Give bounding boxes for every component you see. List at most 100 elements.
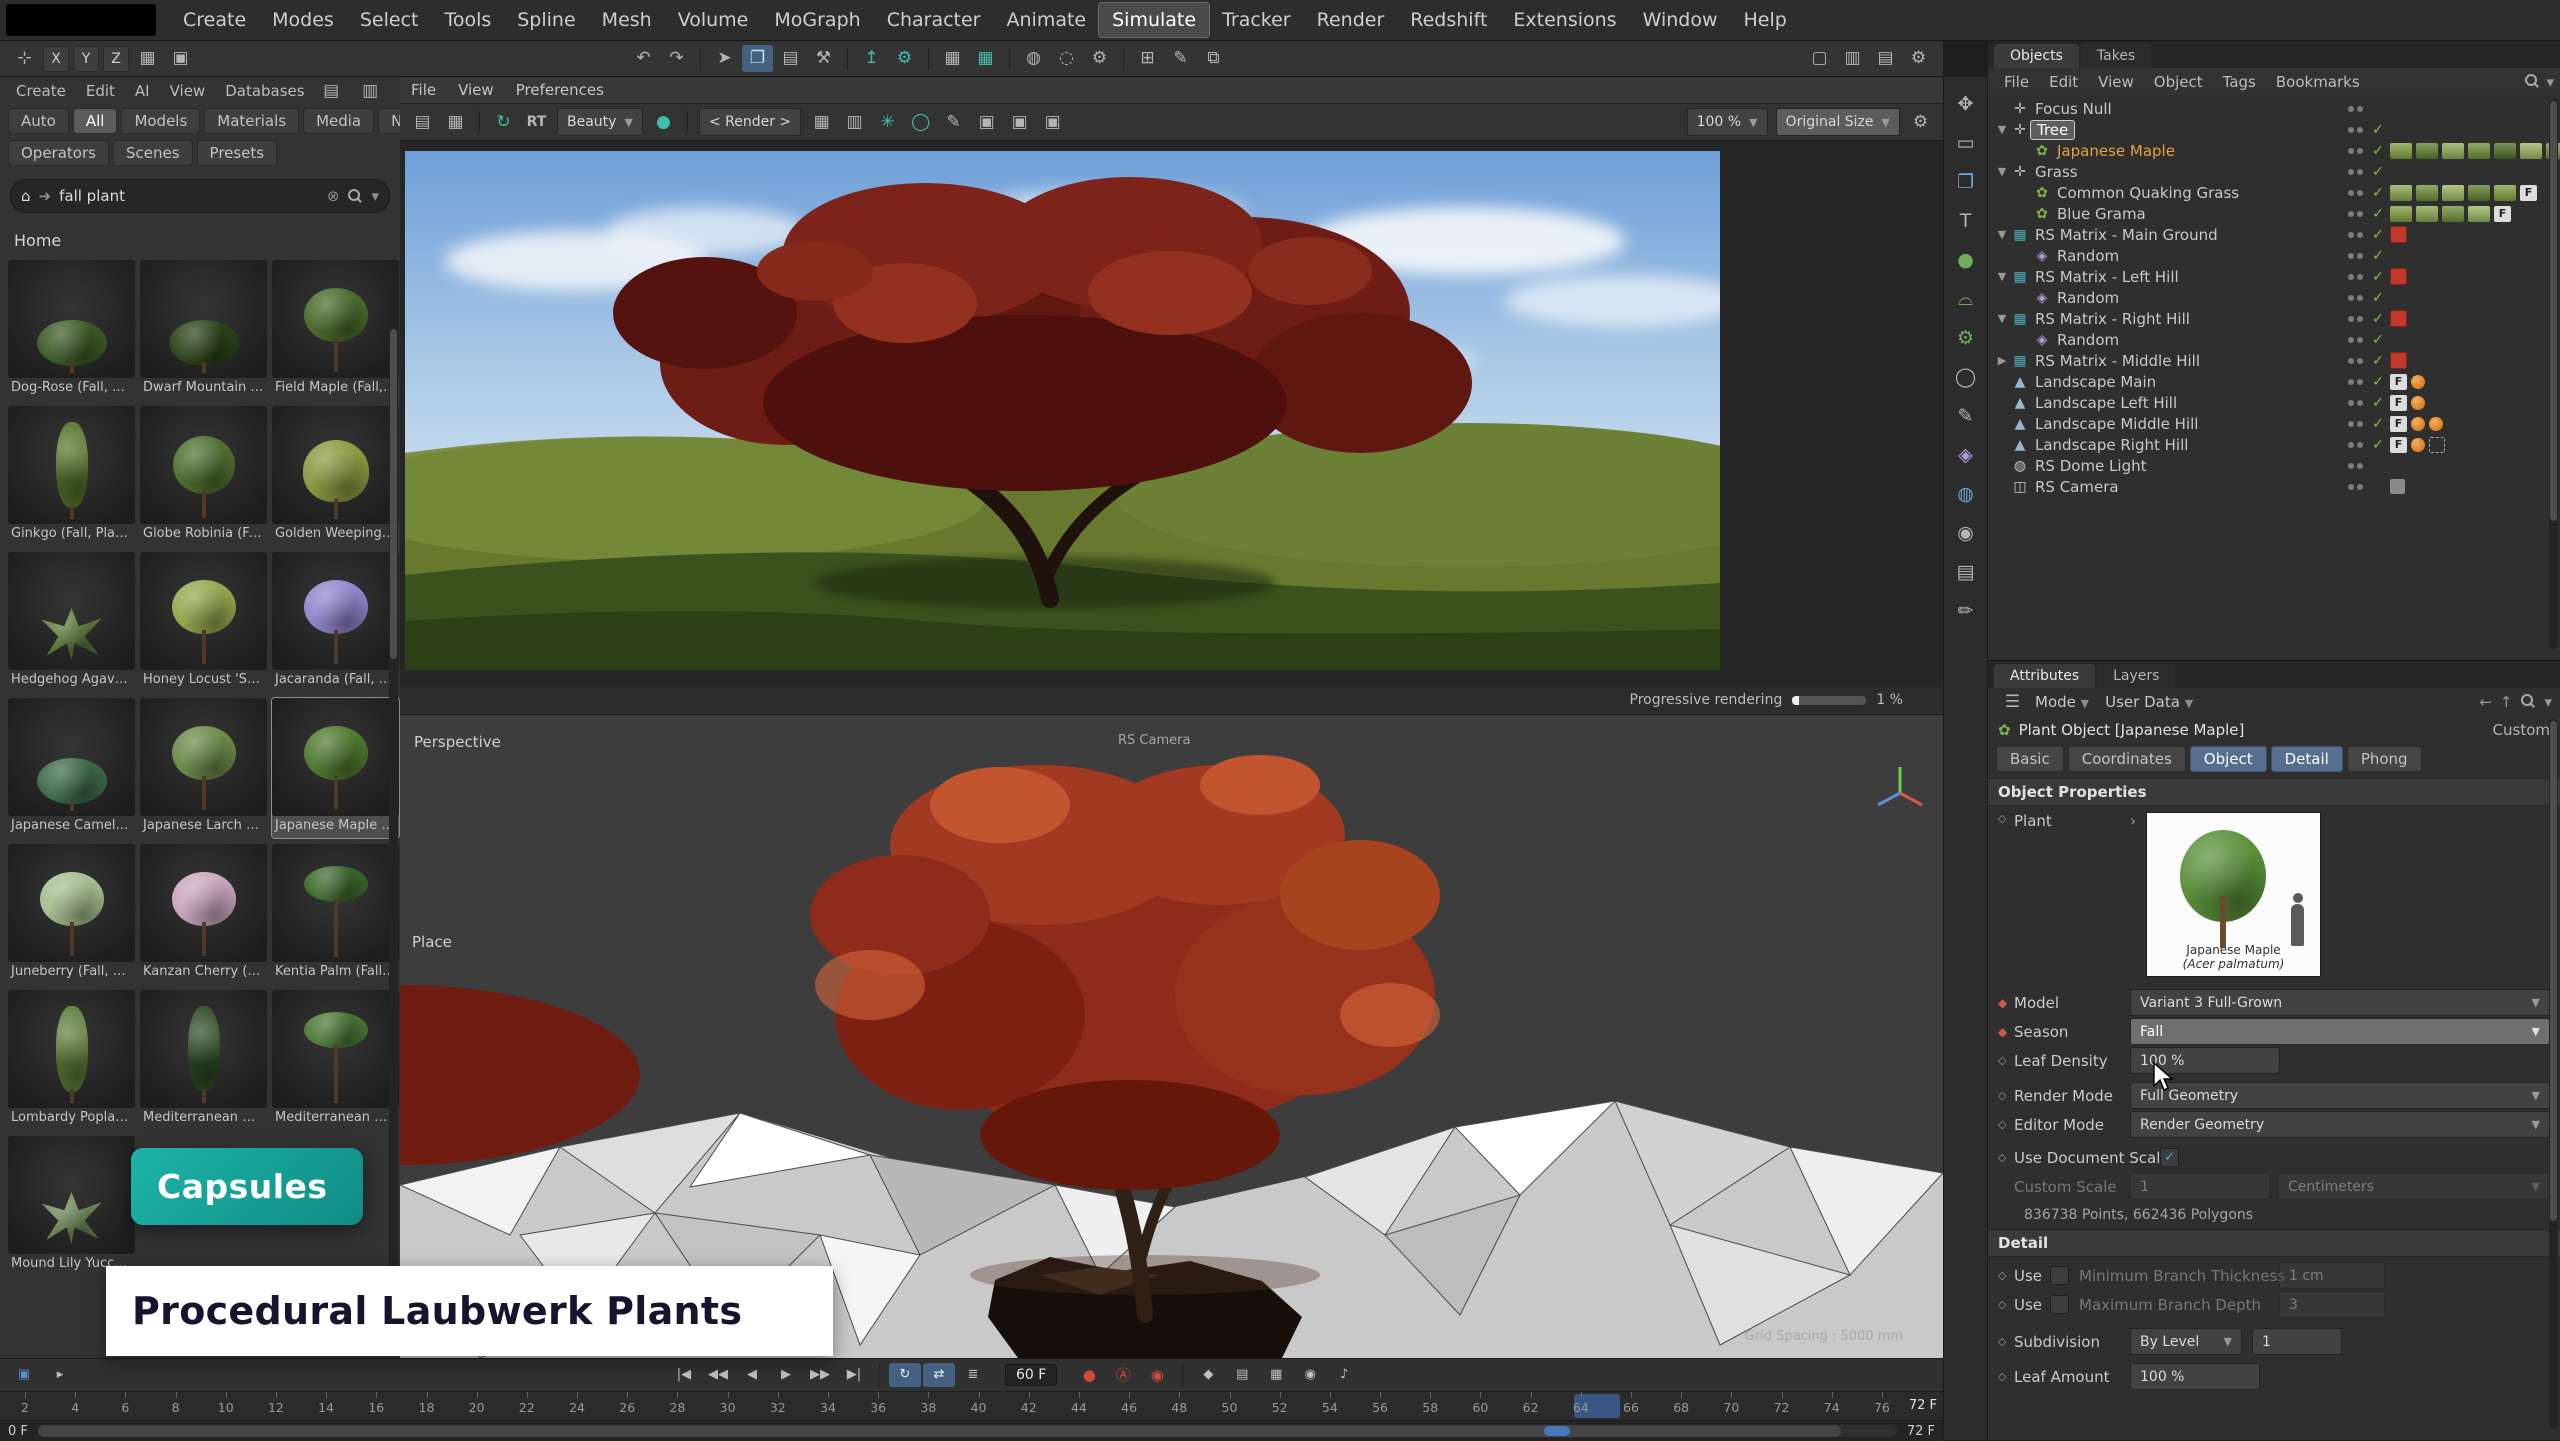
enabled-check-icon[interactable]: ✓	[2370, 332, 2386, 348]
selection-tag[interactable]	[2429, 437, 2445, 453]
om-menu-object[interactable]: Object	[2144, 71, 2213, 93]
pencil-icon[interactable]: ✏	[1950, 598, 1981, 625]
material-sphere-tag[interactable]	[2411, 375, 2425, 389]
material-tag[interactable]	[2416, 143, 2438, 159]
render-visibility-dot[interactable]	[2357, 148, 2363, 154]
grid-snap-active-icon[interactable]: ▦	[970, 45, 1001, 72]
history-icon[interactable]: ▦	[440, 109, 471, 136]
workplane-icon[interactable]: ▦	[132, 45, 163, 72]
render-visibility-dot[interactable]	[2357, 442, 2363, 448]
save-image-icon[interactable]: ▤	[407, 109, 438, 136]
hamburger-icon[interactable]: ☰	[1997, 689, 2028, 716]
sphere-icon[interactable]: ●	[1950, 247, 1981, 274]
render-visibility-dot[interactable]	[2357, 169, 2363, 175]
expand-chevron-icon[interactable]: ›	[2130, 812, 2136, 830]
aov-3-icon[interactable]: ▣	[1037, 109, 1068, 136]
frame-number-36[interactable]: 36	[869, 1392, 887, 1420]
key-circle-icon[interactable]: ◇	[1998, 1118, 2014, 1131]
editor-visibility-dot[interactable]	[2348, 232, 2354, 238]
world-icon[interactable]: ◍	[1950, 481, 1981, 508]
asset-item-jacaranda-fall-plant[interactable]: Jacaranda (Fall, Plant)	[272, 552, 399, 692]
redshift-object-tag[interactable]	[2390, 268, 2407, 285]
expand-arrow-icon[interactable]: ▼	[1994, 228, 2010, 241]
season-dropdown[interactable]: Fall▼	[2130, 1018, 2550, 1045]
expand-arrow-icon[interactable]: ▼	[1994, 123, 2010, 136]
render-visibility-dot[interactable]	[2357, 316, 2363, 322]
visibility-dots[interactable]	[2348, 211, 2366, 217]
frame-number-34[interactable]: 34	[819, 1392, 837, 1420]
redshift-object-tag[interactable]	[2390, 352, 2407, 369]
tab-phong[interactable]: Phong	[2347, 746, 2422, 772]
menu-item-simulate[interactable]: Simulate	[1099, 3, 1209, 37]
enabled-check-icon[interactable]: ✓	[2370, 227, 2386, 243]
next-frame-icon[interactable]: ▶▶	[804, 1363, 836, 1387]
user-data-dropdown[interactable]: User Data ▼	[2105, 693, 2193, 711]
render-visibility-dot[interactable]	[2357, 106, 2363, 112]
frame-number-76[interactable]: 76	[1873, 1392, 1891, 1420]
layer-toggle-icon[interactable]: ▣	[8, 1363, 40, 1387]
subdivision-level-field[interactable]: 1	[2252, 1328, 2342, 1355]
frame-number-48[interactable]: 48	[1170, 1392, 1188, 1420]
model-dropdown[interactable]: Variant 3 Full-Grown▼	[2130, 989, 2550, 1016]
menu-item-character[interactable]: Character	[874, 3, 994, 37]
object-row-grass[interactable]: ▼✛Grass✓	[1988, 161, 2560, 182]
render-visibility-dot[interactable]	[2357, 379, 2363, 385]
enabled-check-icon[interactable]: ✓	[2370, 437, 2386, 453]
region-icon[interactable]: ◯	[905, 109, 936, 136]
grid-view-icon[interactable]: ▤	[316, 78, 347, 105]
material-sphere-tag[interactable]	[2411, 417, 2425, 431]
key-circle-icon[interactable]: ◇	[1998, 812, 2014, 825]
frame-number-12[interactable]: 12	[267, 1392, 285, 1420]
asset-item-golden-weeping-willo[interactable]: Golden Weeping Willo...	[272, 406, 399, 546]
tab-auto[interactable]: Auto	[8, 108, 69, 134]
frame-number-2[interactable]: 2	[16, 1392, 34, 1420]
tab-objects[interactable]: Objects	[1994, 44, 2079, 68]
editor-visibility-dot[interactable]	[2348, 211, 2354, 217]
render-visibility-dot[interactable]	[2357, 337, 2363, 343]
material-tag[interactable]	[2390, 143, 2412, 159]
menu-item-tools[interactable]: Tools	[431, 3, 504, 37]
scale-track-icon[interactable]: ▦	[1260, 1363, 1292, 1387]
asset-item-japanese-larch-fall-pl[interactable]: Japanese Larch (Fall, Pl...	[140, 698, 267, 838]
search-arrow-icon[interactable]: ➜	[39, 187, 52, 205]
frame-number-16[interactable]: 16	[367, 1392, 385, 1420]
object-row-rs-matrix-main-ground[interactable]: ▼▦RS Matrix - Main Ground✓	[1988, 224, 2560, 245]
menu-item-animate[interactable]: Animate	[994, 3, 1100, 37]
render-visibility-dot[interactable]	[2357, 295, 2363, 301]
menu-item-create[interactable]: Create	[170, 3, 259, 37]
menu-item-mograph[interactable]: MoGraph	[761, 3, 873, 37]
size-dropdown[interactable]: Original Size▼	[1776, 108, 1900, 136]
visibility-dots[interactable]	[2348, 274, 2366, 280]
simulate-up-icon[interactable]: ↥	[856, 45, 887, 72]
render-view-icon[interactable]: ◍	[1018, 45, 1049, 72]
visibility-dots[interactable]	[2348, 190, 2366, 196]
loop-icon[interactable]: ↻	[889, 1363, 921, 1387]
render-visibility-dot[interactable]	[2357, 358, 2363, 364]
enabled-check-icon[interactable]: ✓	[2370, 374, 2386, 390]
render-visibility-dot[interactable]	[2357, 274, 2363, 280]
render-visibility-dot[interactable]	[2357, 211, 2363, 217]
editor-visibility-dot[interactable]	[2348, 316, 2354, 322]
search-icon[interactable]	[347, 188, 363, 204]
om-menu-bookmarks[interactable]: Bookmarks	[2266, 71, 2370, 93]
add-cube-icon[interactable]: ⊞	[1132, 45, 1163, 72]
tag-chip[interactable]	[2390, 479, 2405, 494]
tab-basic[interactable]: Basic	[1996, 746, 2064, 772]
layout-monitor-icon[interactable]: ▢	[1804, 45, 1835, 72]
asset-menu-edit[interactable]: Edit	[76, 80, 125, 102]
expand-arrow-icon[interactable]: ▶	[1994, 354, 2010, 367]
tab-object[interactable]: Object	[2190, 746, 2267, 772]
render-gear-icon[interactable]: ⚙	[1905, 109, 1936, 136]
material-tag[interactable]	[2390, 185, 2412, 201]
home-icon[interactable]: ⌂	[21, 187, 31, 205]
mode-dropdown[interactable]: Mode ▼	[2035, 693, 2089, 711]
visibility-dots[interactable]	[2348, 148, 2366, 154]
editor-visibility-dot[interactable]	[2348, 337, 2354, 343]
mograph-icon[interactable]: ◈	[1950, 442, 1981, 469]
object-row-focus-null[interactable]: ✛Focus Null	[1988, 98, 2560, 119]
editor-visibility-dot[interactable]	[2348, 148, 2354, 154]
frame-number-18[interactable]: 18	[418, 1392, 436, 1420]
render-menu-view[interactable]: View	[447, 79, 505, 101]
subdivision-mode-dropdown[interactable]: By Level▼	[2130, 1328, 2242, 1355]
material-tag[interactable]	[2442, 185, 2464, 201]
